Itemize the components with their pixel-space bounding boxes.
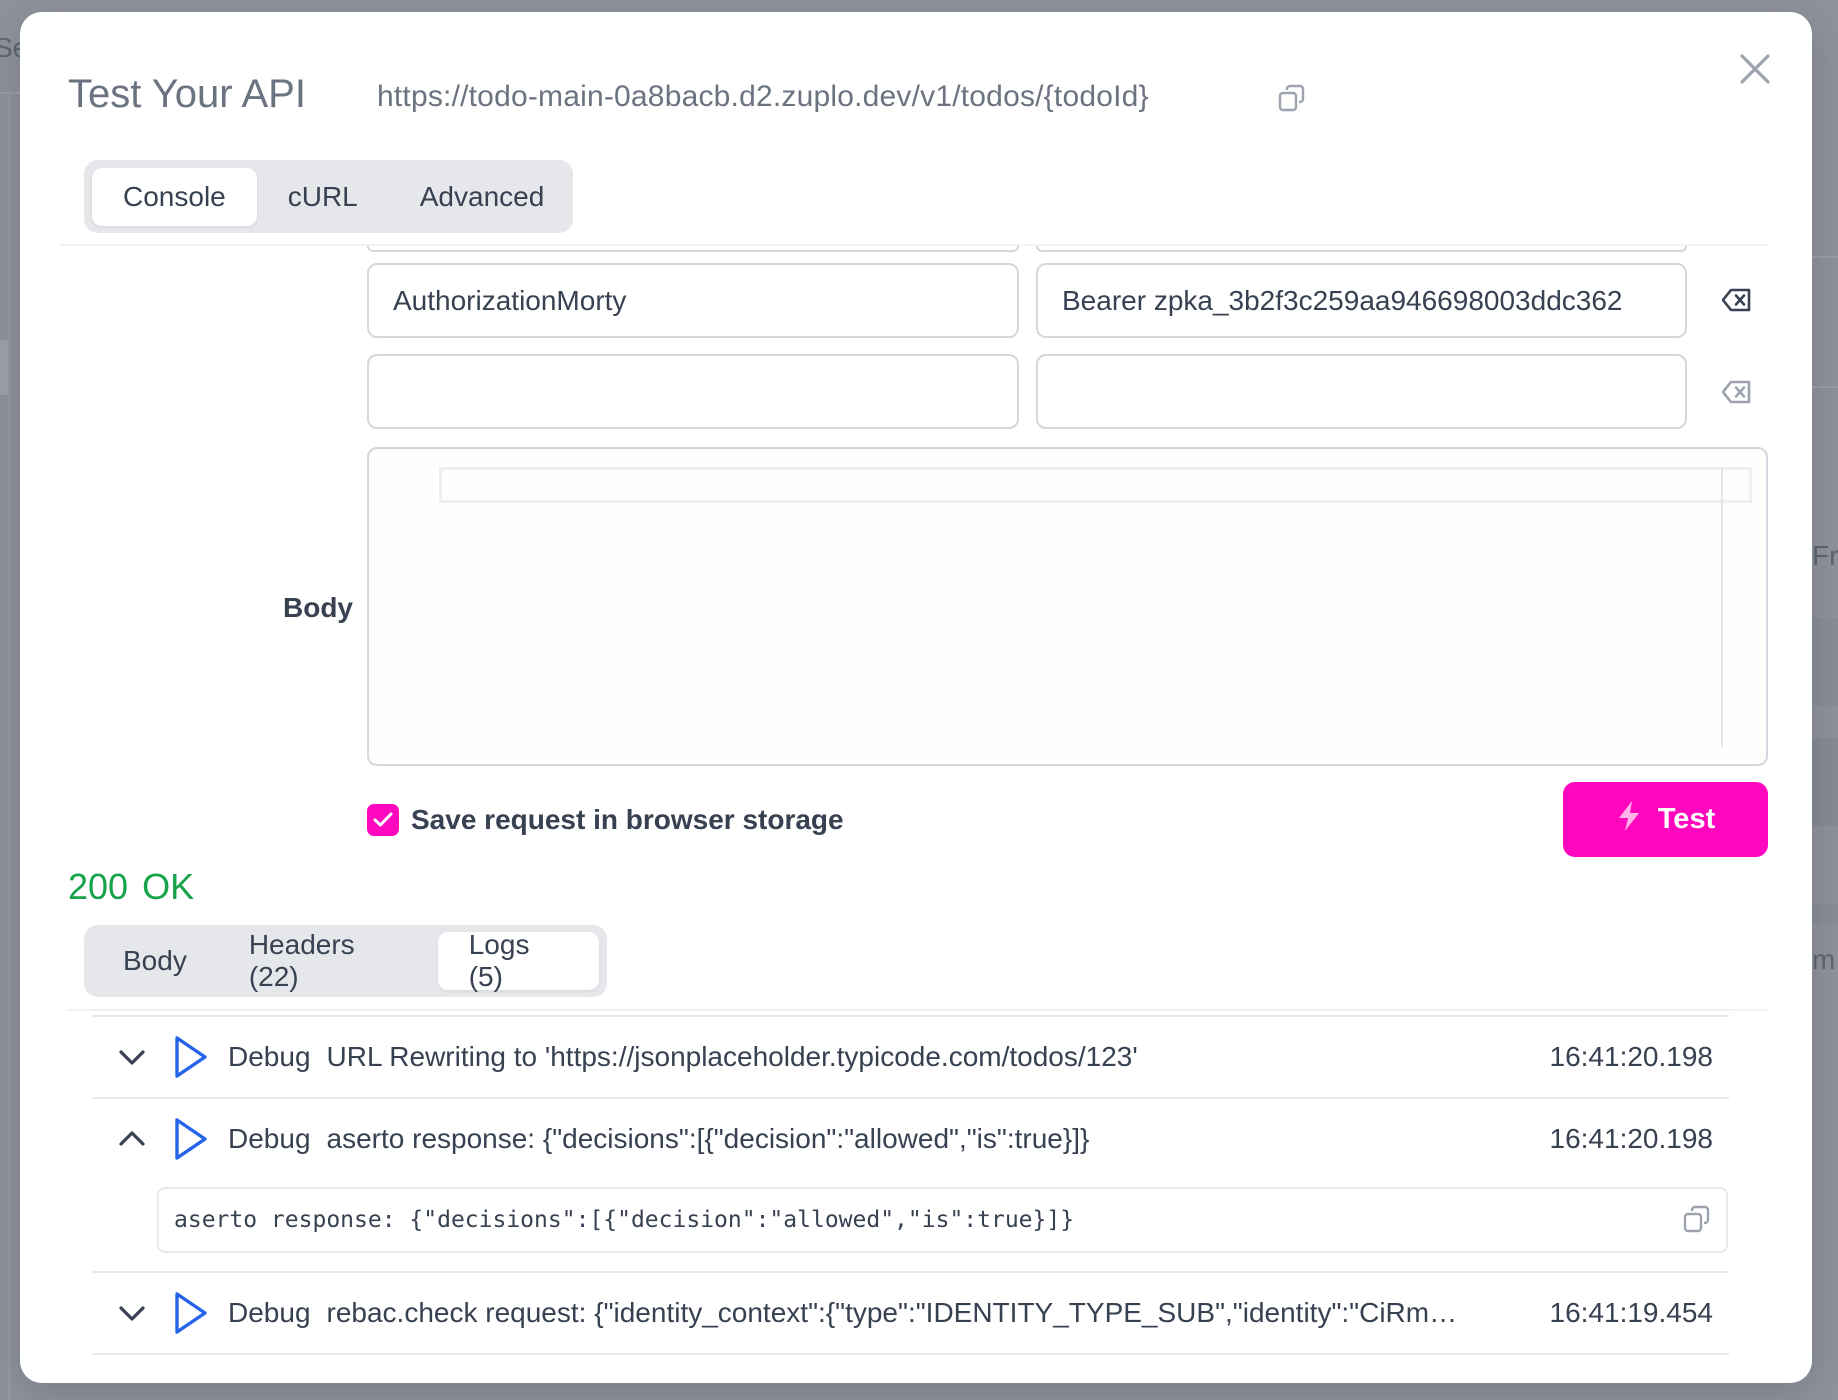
background-divider	[1812, 256, 1838, 258]
log-timestamp: 16:41:19.454	[1549, 1297, 1714, 1328]
test-button-label: Test	[1657, 803, 1716, 835]
play-icon	[174, 1035, 208, 1079]
header-value-input-clipped[interactable]	[1036, 246, 1687, 252]
copy-icon[interactable]	[1277, 83, 1307, 113]
play-icon	[174, 1291, 208, 1335]
header-name-input[interactable]	[367, 263, 1019, 338]
log-detail-text: aserto response: {"decisions":[{"decisio…	[174, 1207, 1075, 1233]
editor-scrollbar[interactable]	[1721, 467, 1723, 747]
backspace-delete-icon[interactable]	[1721, 380, 1752, 404]
log-level: Debug	[228, 1041, 311, 1072]
log-level: Debug	[228, 1123, 311, 1154]
tab-console[interactable]: Console	[92, 167, 257, 226]
response-tabs: Body Headers (22) Logs (5)	[84, 925, 607, 997]
background-panel	[1812, 618, 1838, 706]
section-divider	[68, 1009, 1769, 1011]
tab-advanced[interactable]: Advanced	[389, 168, 576, 226]
body-label: Body	[283, 592, 353, 623]
save-request-checkbox[interactable]	[367, 804, 399, 836]
backspace-delete-icon[interactable]	[1721, 288, 1752, 312]
status-text: OK	[142, 866, 195, 907]
lightning-bolt-icon	[1616, 800, 1642, 840]
background-partial-text: m	[1812, 944, 1836, 975]
header-value-input[interactable]	[1036, 354, 1687, 429]
log-message: URL Rewriting to 'https://jsonplaceholde…	[326, 1041, 1138, 1072]
log-divider	[92, 1353, 1729, 1355]
log-timestamp: 16:41:20.198	[1549, 1041, 1714, 1072]
test-button[interactable]: Test	[1563, 782, 1768, 857]
play-icon	[174, 1117, 208, 1161]
header-value-input[interactable]	[1036, 263, 1687, 338]
background-divider	[8, 92, 10, 1400]
background-divider	[1812, 386, 1838, 388]
log-row[interactable]: Debug aserto response: {"decisions":[{"d…	[92, 1097, 1729, 1179]
chevron-down-icon[interactable]	[118, 1303, 146, 1323]
copy-icon[interactable]	[1682, 1204, 1712, 1234]
header-name-input-clipped[interactable]	[367, 246, 1019, 252]
editor-active-line[interactable]	[439, 467, 1752, 503]
save-request-label[interactable]: Save request in browser storage	[411, 805, 844, 835]
close-icon[interactable]	[1736, 50, 1774, 88]
log-timestamp: 16:41:20.198	[1549, 1123, 1714, 1154]
background-divider	[0, 92, 20, 94]
background-panel	[0, 340, 8, 395]
test-api-dialog: Test Your API https://todo-main-0a8bacb.…	[20, 12, 1812, 1383]
dialog-title: Test Your API	[68, 72, 306, 116]
background-panel	[1812, 904, 1838, 924]
background-partial-text: Fr	[1812, 540, 1838, 571]
background-panel	[1812, 738, 1838, 826]
chevron-up-icon[interactable]	[118, 1129, 146, 1149]
body-editor[interactable]	[367, 447, 1768, 766]
log-detail: aserto response: {"decisions":[{"decisio…	[157, 1187, 1728, 1253]
status-code: 200	[68, 866, 129, 907]
chevron-down-icon[interactable]	[118, 1047, 146, 1067]
request-tabs: Console cURL Advanced	[84, 160, 573, 233]
tab-response-logs[interactable]: Logs (5)	[437, 929, 599, 992]
log-message: rebac.check request: {"identity_context"…	[326, 1297, 1458, 1328]
endpoint-url: https://todo-main-0a8bacb.d2.zuplo.dev/v…	[377, 80, 1149, 113]
tab-response-headers[interactable]: Headers (22)	[218, 929, 438, 992]
tab-response-body[interactable]: Body	[92, 932, 218, 990]
header-name-input[interactable]	[367, 354, 1019, 429]
tab-curl[interactable]: cURL	[257, 168, 389, 226]
log-message: aserto response: {"decisions":[{"decisio…	[326, 1123, 1090, 1154]
response-status: 200 OK	[68, 869, 194, 905]
log-row[interactable]: Debug URL Rewriting to 'https://jsonplac…	[92, 1015, 1729, 1097]
log-row[interactable]: Debug rebac.check request: {"identity_co…	[92, 1271, 1729, 1353]
log-level: Debug	[228, 1297, 311, 1328]
